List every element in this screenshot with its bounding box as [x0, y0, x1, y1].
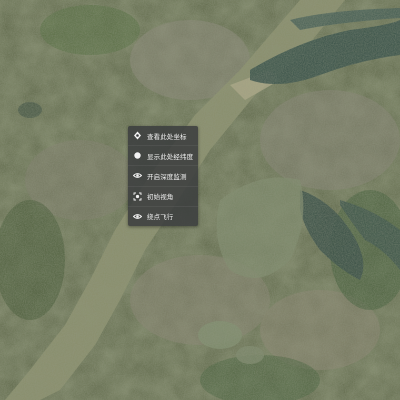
satellite-map-viewport[interactable] — [0, 0, 400, 400]
menu-item-depth-detection[interactable]: 开启深度监测 — [128, 166, 198, 187]
menu-item-view-coordinates[interactable]: 查看此处坐标 — [128, 126, 198, 147]
eye-icon — [133, 171, 142, 180]
menu-item-label: 开启深度监测 — [147, 172, 187, 181]
menu-item-label: 绕点飞行 — [147, 213, 174, 222]
menu-item-label: 查看此处坐标 — [147, 132, 187, 141]
menu-item-orbit-flight[interactable]: 绕点飞行 — [128, 207, 198, 226]
eye-icon — [133, 212, 142, 221]
menu-item-label: 显示此处经纬度 — [147, 152, 194, 161]
camera-view-icon — [133, 192, 142, 201]
diamond-pin-icon — [133, 131, 142, 140]
menu-item-initial-view[interactable]: 初始视角 — [128, 187, 198, 207]
satellite-imagery — [0, 0, 400, 400]
menu-item-label: 初始视角 — [147, 193, 174, 202]
dot-icon — [133, 151, 142, 160]
menu-item-show-lnglat[interactable]: 显示此处经纬度 — [128, 146, 198, 167]
map-context-menu: 查看此处坐标 显示此处经纬度 开启深度监测 初始视角 绕点飞行 — [128, 126, 198, 226]
